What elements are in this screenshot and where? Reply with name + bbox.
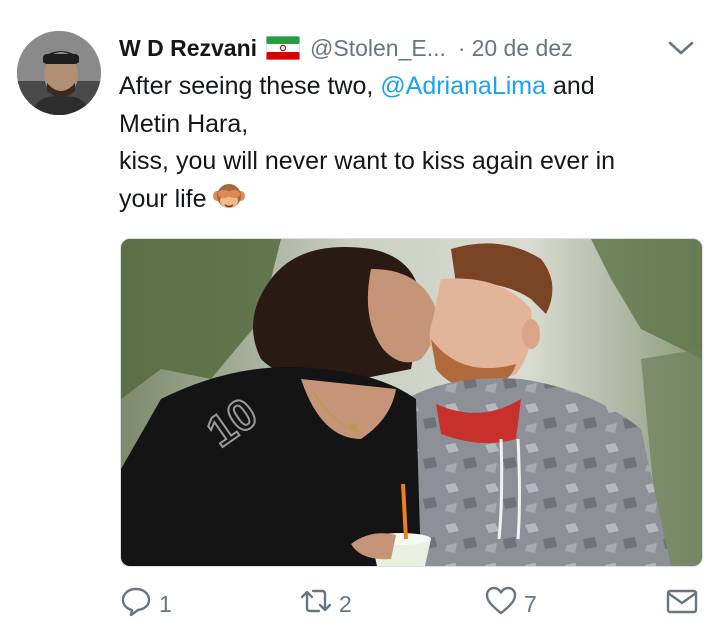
tweet-date[interactable]: 20 de dez xyxy=(472,35,573,62)
iran-flag-icon xyxy=(266,36,301,60)
retweet-icon xyxy=(299,584,333,624)
retweet-count: 2 xyxy=(339,590,352,617)
tweet-photo[interactable]: 10 xyxy=(120,238,703,567)
mention-link[interactable]: @AdrianaLima xyxy=(380,72,546,100)
like-count: 7 xyxy=(524,590,537,617)
tweet-header: W D Rezvani @Stolen_E... · 20 de dez xyxy=(119,30,699,66)
tweet-actions: 1 2 7 xyxy=(119,582,704,626)
tweet-text: After seeing these two, @AdrianaLima and… xyxy=(119,68,694,218)
tweet-text-part: your life xyxy=(119,184,207,213)
header-separator: · xyxy=(457,34,466,61)
avatar-image xyxy=(17,31,101,115)
reply-icon xyxy=(119,584,153,624)
reply-button[interactable]: 1 xyxy=(119,582,172,626)
author-name[interactable]: W D Rezvani xyxy=(119,35,257,62)
reply-count: 1 xyxy=(159,590,172,617)
tweet-text-part: After seeing these two, xyxy=(119,72,381,100)
author-avatar[interactable] xyxy=(17,31,101,115)
tweet-text-part: and xyxy=(546,72,595,100)
share-button[interactable] xyxy=(665,582,699,626)
tweet-text-part: Metin Hara, xyxy=(119,109,249,138)
tweet-text-part: kiss, you will never want to kiss again … xyxy=(119,147,616,175)
envelope-icon xyxy=(665,584,699,624)
like-button[interactable]: 7 xyxy=(484,582,537,626)
see-no-evil-monkey-icon xyxy=(212,181,245,213)
chevron-down-icon[interactable] xyxy=(665,34,697,62)
author-handle[interactable]: @Stolen_E... xyxy=(310,35,446,62)
photo-image: 10 xyxy=(121,239,702,566)
heart-icon xyxy=(484,584,518,624)
retweet-button[interactable]: 2 xyxy=(299,582,352,626)
